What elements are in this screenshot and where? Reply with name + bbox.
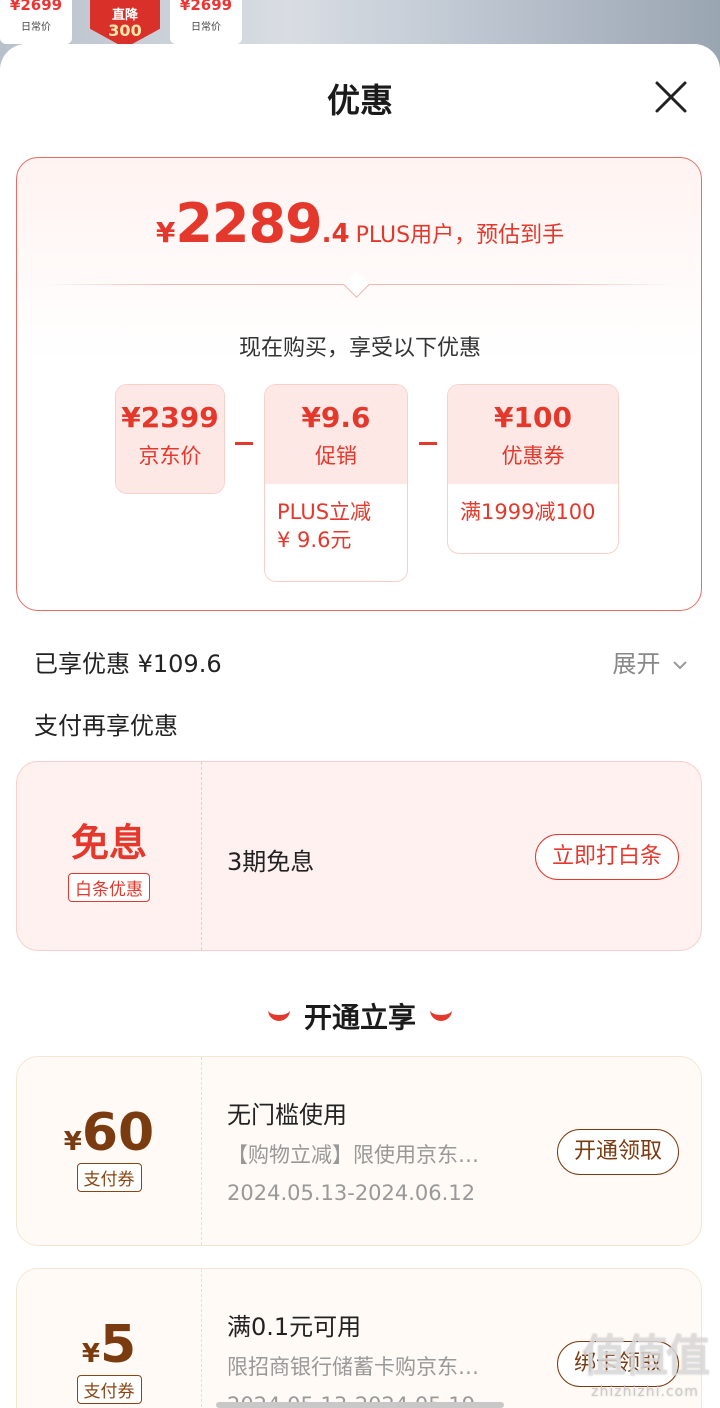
discount-sheet: 优惠 ¥2289.4 PLUS用户，预估到手 现在购买，享受以下优惠 ¥2399 …	[0, 44, 720, 1408]
use-baitiao-button[interactable]: 立即打白条	[534, 834, 679, 880]
close-icon	[655, 81, 687, 113]
jd-price-box: ¥2399 京东价	[115, 384, 225, 494]
coupon-box: ¥100 优惠券 满1999减100	[447, 384, 619, 554]
estimated-price: ¥2289.4 PLUS用户，预估到手	[17, 192, 703, 255]
coupon-desc: 限招商银行储蓄卡购京东…	[227, 1355, 479, 1379]
baitiao-tag: 白条优惠	[68, 873, 150, 902]
coupon-currency: ¥	[81, 1339, 100, 1369]
estimated-price-integer: 2289	[175, 192, 322, 255]
site-watermark: 值值值 zhizhizhi.com	[582, 1320, 710, 1400]
estimated-price-decimal: .4	[321, 219, 350, 249]
interest-free-label: 免息	[70, 821, 147, 865]
jd-price-label: 京东价	[138, 444, 202, 468]
price-summary-card: ¥2289.4 PLUS用户，预估到手 现在购买，享受以下优惠 ¥2399 京东价…	[16, 157, 702, 611]
installment-desc: 3期免息	[227, 848, 315, 876]
close-button[interactable]	[654, 80, 688, 114]
pay-more-title: 支付再享优惠	[34, 712, 178, 740]
coupon-detail: 满1999减100	[460, 500, 596, 524]
estimated-price-currency: ¥	[155, 216, 176, 249]
jd-price-value: ¥2399	[121, 401, 219, 434]
enjoyed-discount-text: 已享优惠 ¥109.6	[34, 650, 222, 678]
expand-button[interactable]: 展开	[612, 644, 688, 679]
coupon-title: 满0.1元可用	[227, 1313, 362, 1341]
open-section-title: 开通立享	[0, 996, 720, 1036]
minus-sign	[235, 442, 253, 445]
watermark-logo: 值值值	[582, 1331, 710, 1382]
smile-decoration-icon	[430, 1005, 452, 1021]
coupon-amount: 5	[99, 1315, 137, 1375]
promotion-value: ¥9.6	[301, 401, 371, 434]
promotion-detail-line1: PLUS立减	[277, 500, 372, 524]
coupon-date: 2024.05.13-2024.06.12	[227, 1181, 476, 1205]
daily-price-right-label: 日常价	[191, 22, 221, 33]
daily-price-right: ¥2699	[179, 0, 233, 14]
daily-price-left-label: 日常价	[21, 22, 51, 33]
coupon-tag: 支付券	[76, 1375, 142, 1404]
daily-price-left: ¥2699	[9, 0, 63, 14]
expand-label: 展开	[612, 650, 661, 678]
home-indicator[interactable]	[216, 1402, 504, 1408]
promotion-detail-line2: ¥ 9.6元	[277, 528, 352, 552]
sheet-title: 优惠	[327, 81, 393, 120]
estimated-price-note: PLUS用户，预估到手	[355, 223, 565, 248]
coupon-amount: 60	[81, 1103, 155, 1163]
coupon-label: 优惠券	[501, 444, 565, 468]
coupon-card: ¥60 支付券 无门槛使用 【购物立减】限使用京东… 2024.05.13-20…	[16, 1056, 702, 1246]
buy-now-text: 现在购买，享受以下优惠	[238, 336, 481, 361]
promotion-label: 促销	[315, 444, 357, 468]
daily-price-chip-right: ¥2699 日常价	[170, 0, 242, 44]
price-drop-value: 300	[108, 21, 142, 40]
open-section-label: 开通立享	[303, 1001, 416, 1034]
coupon-currency: ¥	[63, 1127, 82, 1157]
promotion-box: ¥9.6 促销 PLUS立减 ¥ 9.6元	[264, 384, 408, 582]
coupon-tag: 支付券	[76, 1163, 142, 1192]
price-drop-arrow: 直降 300	[90, 0, 160, 48]
daily-price-chip-left: ¥2699 日常价	[0, 0, 72, 44]
coupon-title: 无门槛使用	[227, 1101, 347, 1129]
coupon-desc: 【购物立减】限使用京东…	[227, 1143, 479, 1167]
divider-caret	[343, 271, 370, 298]
watermark-site: zhizhizhi.com	[591, 1384, 699, 1400]
minus-sign	[419, 442, 437, 445]
baitiao-card: 免息 白条优惠 3期免息 立即打白条	[16, 761, 702, 951]
coupon-value: ¥100	[494, 401, 572, 434]
chevron-down-icon	[673, 661, 687, 670]
open-claim-button[interactable]: 开通领取	[556, 1129, 679, 1175]
smile-decoration-icon	[267, 1005, 290, 1021]
